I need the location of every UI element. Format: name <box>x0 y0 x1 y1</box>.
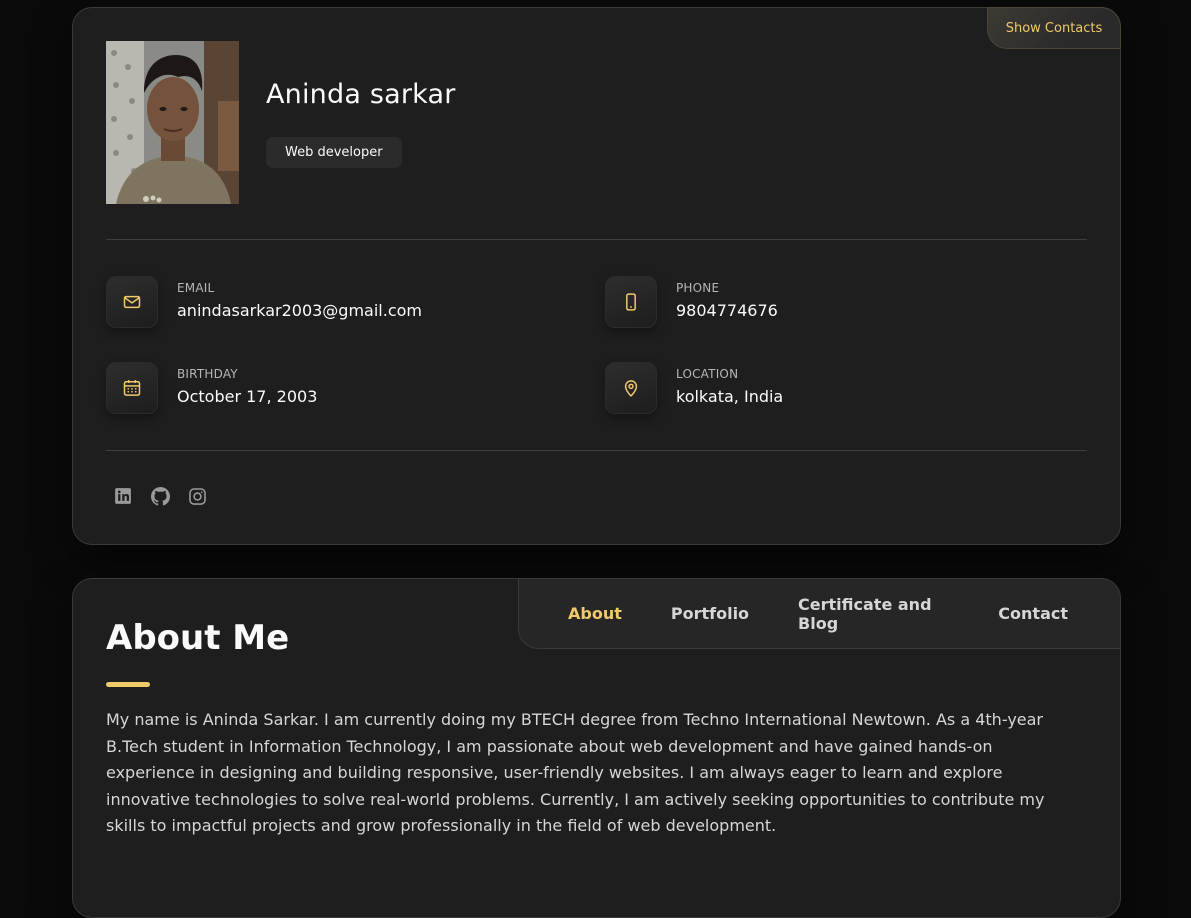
contact-phone: PHONE 9804774676 <box>605 276 778 328</box>
github-icon[interactable] <box>150 486 170 506</box>
separator <box>106 450 1087 451</box>
contact-email: EMAIL anindasarkar2003@gmail.com <box>106 276 422 328</box>
contact-birthday: BIRTHDAY October 17, 2003 <box>106 362 317 414</box>
calendar-icon <box>106 362 158 414</box>
title-underline <box>106 682 150 687</box>
sidebar-card: Show Contacts Aninda sarkar Web develope… <box>72 7 1121 545</box>
profile-name: Aninda sarkar <box>266 79 456 110</box>
navbar: About Portfolio Certificate and Blog Con… <box>518 579 1120 649</box>
show-contacts-button[interactable]: Show Contacts <box>987 7 1121 49</box>
separator <box>106 239 1087 240</box>
about-text: My name is Aninda Sarkar. I am currently… <box>106 710 1045 835</box>
phone-icon <box>605 276 657 328</box>
contact-location: LOCATION kolkata, India <box>605 362 783 414</box>
main-card: About Portfolio Certificate and Blog Con… <box>72 578 1121 918</box>
phone-link[interactable]: 9804774676 <box>676 301 778 320</box>
contact-label: EMAIL <box>177 281 215 295</box>
email-link[interactable]: anindasarkar2003@gmail.com <box>177 301 422 320</box>
location-value: kolkata, India <box>676 387 784 406</box>
role-badge: Web developer <box>266 137 402 168</box>
mail-icon <box>106 276 158 328</box>
nav-link-portfolio[interactable]: Portfolio <box>671 604 749 623</box>
avatar <box>106 41 239 204</box>
page-title: About Me <box>106 618 290 658</box>
social-list <box>113 486 207 506</box>
location-icon <box>605 362 657 414</box>
birthday-value: October 17, 2003 <box>177 387 318 406</box>
linkedin-icon[interactable] <box>113 486 133 506</box>
contact-label: PHONE <box>676 281 720 295</box>
contact-label: BIRTHDAY <box>177 367 238 381</box>
instagram-icon[interactable] <box>187 486 207 506</box>
nav-link-certificate-and-blog[interactable]: Certificate and Blog <box>798 595 949 633</box>
nav-link-about[interactable]: About <box>568 604 622 623</box>
nav-link-contact[interactable]: Contact <box>998 604 1068 623</box>
contact-label: LOCATION <box>676 367 739 381</box>
